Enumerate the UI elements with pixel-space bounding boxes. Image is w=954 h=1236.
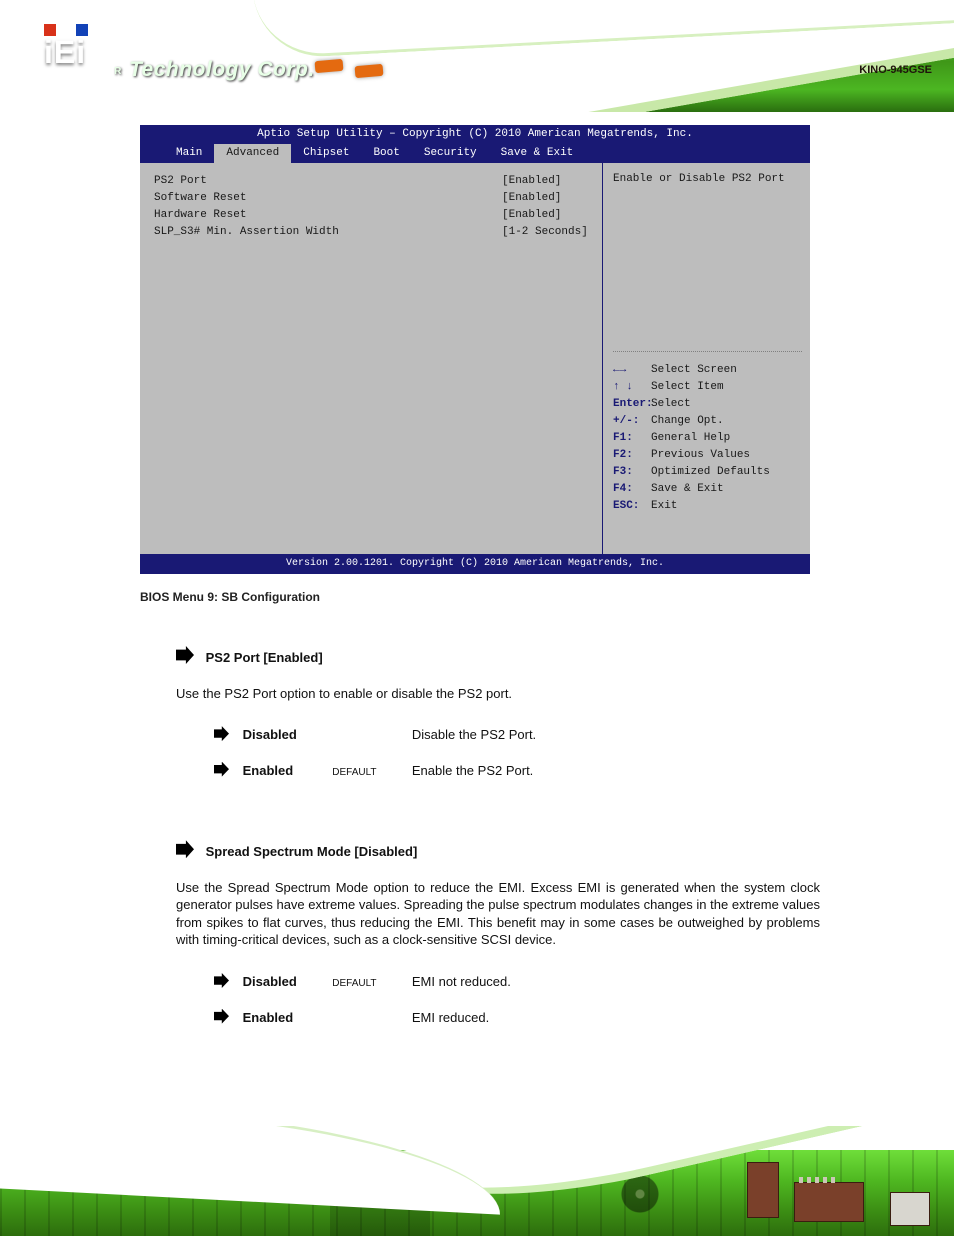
bullet-arrow-icon bbox=[214, 1009, 229, 1024]
bios-tab-boot[interactable]: Boot bbox=[361, 144, 411, 163]
option-key: Disabled bbox=[243, 726, 329, 744]
bios-row-label: Software Reset bbox=[154, 192, 246, 204]
decorative-chip bbox=[794, 1182, 864, 1222]
arrow-up-down-icon: ↑ ↓ bbox=[613, 379, 651, 396]
bios-row-value: [Enabled] bbox=[502, 173, 561, 190]
option-key: Enabled bbox=[243, 1009, 329, 1027]
bios-tab-advanced[interactable]: Advanced bbox=[214, 144, 291, 163]
section-heading: Spread Spectrum Mode [Disabled] bbox=[206, 844, 418, 859]
option-key: Enabled bbox=[243, 762, 329, 780]
nav-hint: Exit bbox=[651, 498, 677, 515]
bullet-arrow-icon bbox=[176, 840, 194, 858]
bios-row-label: Hardware Reset bbox=[154, 209, 246, 221]
bios-title: Aptio Setup Utility – Copyright (C) 2010… bbox=[140, 125, 810, 144]
nav-hint: Optimized Defaults bbox=[651, 464, 770, 481]
bios-row-value: [Enabled] bbox=[502, 190, 561, 207]
bios-help-text: Enable or Disable PS2 Port bbox=[613, 173, 802, 345]
nav-key: ESC: bbox=[613, 498, 651, 515]
bios-row-value: [Enabled] bbox=[502, 207, 561, 224]
option-val: Enable the PS2 Port. bbox=[412, 763, 533, 778]
arrow-left-right-icon: ←→ bbox=[613, 362, 651, 379]
bios-main-pane: PS2 Port [Enabled] Software Reset [Enabl… bbox=[140, 163, 602, 554]
option-val: EMI not reduced. bbox=[412, 974, 511, 989]
bios-row-value: [1-2 Seconds] bbox=[502, 224, 588, 241]
nav-hint: Select bbox=[651, 396, 691, 413]
bios-help-pane: Enable or Disable PS2 Port ←→Select Scre… bbox=[602, 163, 810, 554]
bios-tab-security[interactable]: Security bbox=[412, 144, 489, 163]
decorative-chip bbox=[747, 1162, 779, 1218]
figure-caption: BIOS Menu 9: SB Configuration bbox=[140, 590, 320, 604]
bios-row-label: PS2 Port bbox=[154, 175, 207, 187]
default-tag: DEFAULT bbox=[332, 977, 408, 991]
nav-key: F1: bbox=[613, 430, 651, 447]
nav-key: F2: bbox=[613, 447, 651, 464]
bios-tab-chipset[interactable]: Chipset bbox=[291, 144, 361, 163]
option-val: EMI reduced. bbox=[412, 1010, 489, 1025]
bios-row-softreset[interactable]: Software Reset [Enabled] bbox=[154, 190, 588, 207]
section-heading: PS2 Port [Enabled] bbox=[206, 650, 323, 665]
nav-key: Enter: bbox=[613, 396, 651, 413]
nav-key: F3: bbox=[613, 464, 651, 481]
nav-hint: Previous Values bbox=[651, 447, 750, 464]
paragraph: Use the PS2 Port option to enable or dis… bbox=[176, 685, 820, 703]
nav-hint: Select Item bbox=[651, 379, 724, 396]
bios-window: Aptio Setup Utility – Copyright (C) 2010… bbox=[140, 125, 810, 574]
bios-row-hardreset[interactable]: Hardware Reset [Enabled] bbox=[154, 207, 588, 224]
bios-footer: Version 2.00.1201. Copyright (C) 2010 Am… bbox=[140, 554, 810, 574]
bios-nav-hints: ←→Select Screen ↑ ↓Select Item Enter: Se… bbox=[613, 362, 802, 515]
brand-tagline: RTechnology Corp. bbox=[110, 58, 315, 82]
bios-tab-save[interactable]: Save & Exit bbox=[489, 144, 586, 163]
paragraph: Use the Spread Spectrum Mode option to r… bbox=[176, 879, 820, 949]
decorative-pcb bbox=[355, 64, 384, 78]
nav-hint: Select Screen bbox=[651, 362, 737, 379]
bullet-arrow-icon bbox=[214, 973, 229, 988]
iei-logo: iEi bbox=[44, 24, 102, 66]
bios-tab-main[interactable]: Main bbox=[164, 144, 214, 163]
product-title: KINO-945GSE bbox=[859, 64, 932, 76]
option-key: Disabled bbox=[243, 973, 329, 991]
nav-hint: Save & Exit bbox=[651, 481, 724, 498]
nav-key: F4: bbox=[613, 481, 651, 498]
decorative-chip bbox=[890, 1192, 930, 1226]
nav-hint: Change Opt. bbox=[651, 413, 724, 430]
bios-tab-bar: Main Advanced Chipset Boot Security Save… bbox=[140, 144, 810, 163]
nav-key: +/-: bbox=[613, 413, 651, 430]
decorative-pcb bbox=[315, 59, 344, 73]
registered-icon: R bbox=[110, 64, 126, 80]
doc-body: PS2 Port [Enabled] Use the PS2 Port opti… bbox=[140, 622, 820, 1026]
logo-text: iEi bbox=[44, 38, 102, 67]
default-tag: DEFAULT bbox=[332, 766, 408, 780]
bullet-arrow-icon bbox=[214, 726, 229, 741]
bios-row-label: SLP_S3# Min. Assertion Width bbox=[154, 226, 339, 238]
bullet-arrow-icon bbox=[214, 762, 229, 777]
bullet-arrow-icon bbox=[176, 646, 194, 664]
bios-row-ps2[interactable]: PS2 Port [Enabled] bbox=[154, 173, 588, 190]
page-header-banner: iEi RTechnology Corp. KINO-945GSE bbox=[0, 0, 954, 112]
option-val: Disable the PS2 Port. bbox=[412, 727, 536, 742]
bios-row-slps3[interactable]: SLP_S3# Min. Assertion Width [1-2 Second… bbox=[154, 224, 588, 241]
page-footer-banner bbox=[0, 1126, 954, 1236]
brand-tagline-text: Technology Corp. bbox=[129, 58, 315, 81]
nav-hint: General Help bbox=[651, 430, 730, 447]
